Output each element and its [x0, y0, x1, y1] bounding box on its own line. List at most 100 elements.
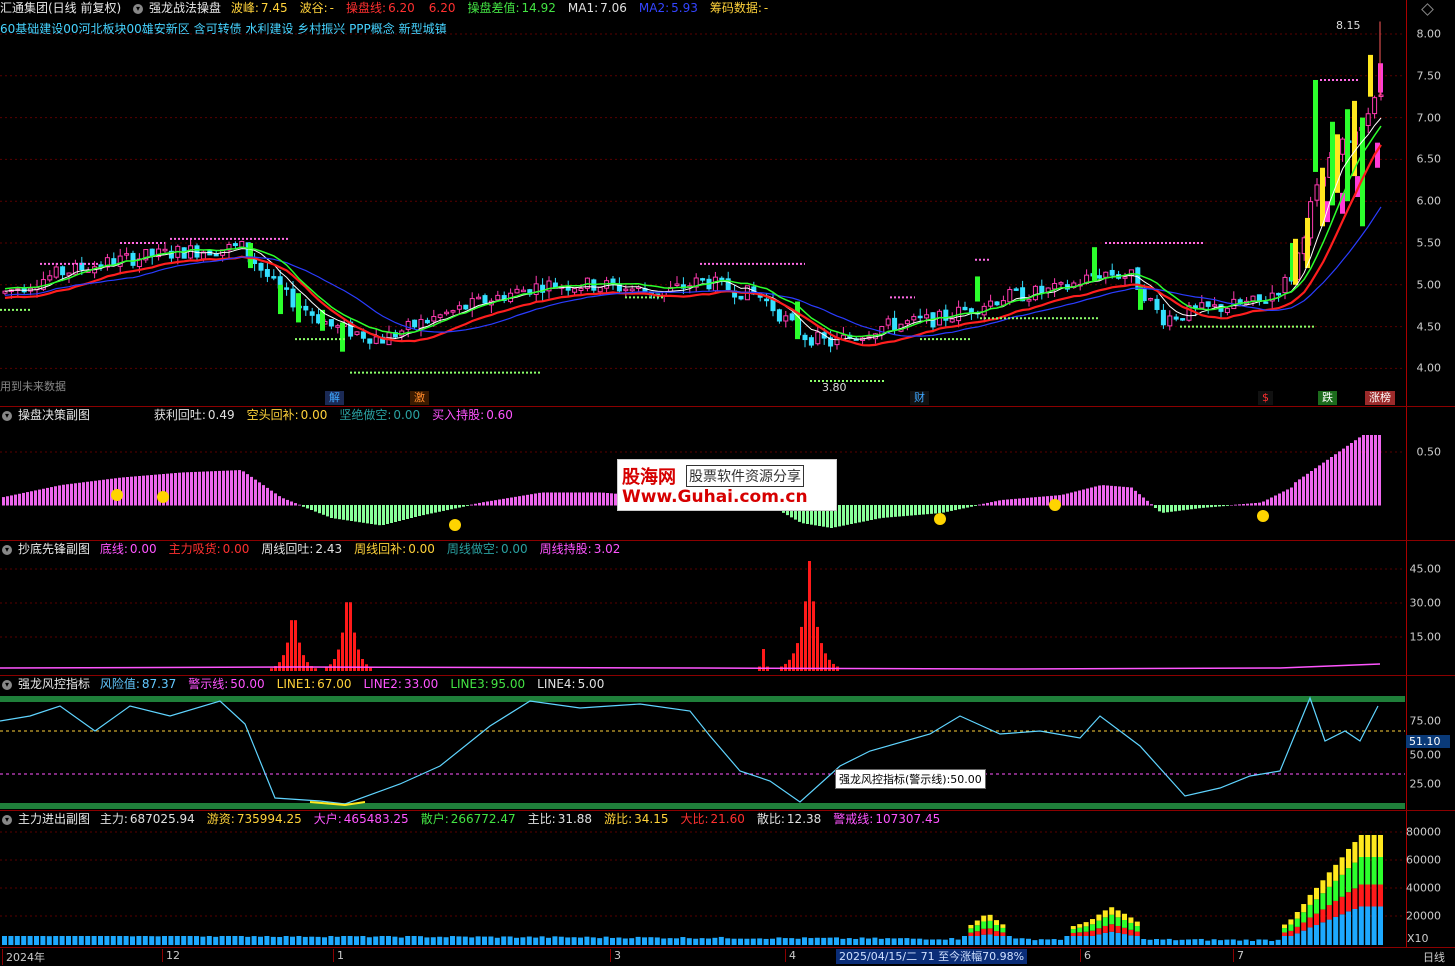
- decision-bar: [458, 505, 461, 508]
- bottom-pioneer-subchart[interactable]: ▾ 抄底先锋副图 底线: 0.00 主力吸货: 0.00 周线回吐: 2.43 周线回补: 0.…: [0, 541, 1455, 675]
- flow-bar: [1230, 939, 1236, 945]
- axis-tick: 5.00: [1416, 278, 1442, 292]
- decision-subchart[interactable]: ▾ 操盘决策副图 获利回吐: 0.49 空头回补: 0.00 坚绝做空: 0.00 买入持股:…: [0, 407, 1455, 540]
- flow-bar: [219, 936, 225, 945]
- diamond-icon[interactable]: [1421, 3, 1434, 16]
- flow-bar: [712, 937, 718, 945]
- smiley-icon: [111, 489, 123, 501]
- flow-bar: [1326, 919, 1332, 945]
- decision-bar: [302, 505, 305, 507]
- candle-body: [1365, 113, 1371, 126]
- decision-bar: [150, 475, 153, 506]
- decision-bar: [1266, 499, 1269, 506]
- time-axis[interactable]: 2024年12134567 2025/04/15/二 71 至今涨幅70.98%…: [0, 947, 1455, 966]
- decision-bar: [1198, 505, 1201, 509]
- flow-bar: [789, 938, 795, 945]
- flow-bar: [1147, 939, 1153, 945]
- decision-bar: [1038, 496, 1041, 506]
- decision-bar: [1126, 487, 1129, 506]
- flow-bar: [1070, 926, 1076, 930]
- event-flag[interactable]: 跌: [1318, 391, 1337, 405]
- time-tick: 3: [610, 949, 621, 962]
- decision-bar: [1102, 485, 1105, 506]
- decision-bar: [410, 505, 413, 518]
- candle-body: [271, 276, 277, 279]
- flow-bar: [1275, 939, 1281, 945]
- flow-bar: [1346, 848, 1351, 869]
- flow-bar: [1077, 924, 1083, 928]
- flow-bar: [1314, 925, 1319, 945]
- accumulation-bar: [349, 602, 352, 671]
- period-label[interactable]: 日线: [1423, 949, 1445, 965]
- flow-bar: [130, 936, 135, 945]
- flow-bar: [533, 937, 539, 945]
- candle-body: [476, 296, 482, 300]
- candle-body: [309, 311, 315, 316]
- candle-body: [1173, 316, 1179, 320]
- flow-bar: [1109, 914, 1115, 925]
- flow-bar: [981, 934, 987, 945]
- candle-body: [924, 314, 930, 319]
- decision-bar: [950, 505, 953, 511]
- event-flag[interactable]: 涨榜: [1365, 391, 1395, 405]
- flow-bar: [942, 939, 948, 945]
- risk-control-subchart[interactable]: ▾ 强龙风控指标 风险值: 87.37 警示线: 50.00 LINE1: 67.00 LIN…: [0, 676, 1455, 810]
- decision-bar: [854, 505, 857, 524]
- decision-bar: [490, 500, 493, 506]
- decision-bar: [1034, 497, 1037, 506]
- decision-bar: [970, 505, 973, 507]
- flow-bar: [571, 937, 577, 945]
- candle-body: [943, 309, 949, 321]
- accumulation-bar: [282, 655, 285, 671]
- axis-tick: 15.00: [1409, 630, 1442, 644]
- flow-bar: [1333, 900, 1339, 917]
- decision-bar: [62, 484, 65, 506]
- flow-bar: [315, 936, 321, 945]
- decision-bar: [266, 487, 269, 506]
- flow-bar: [1262, 939, 1268, 945]
- pioneer-bars: [0, 561, 1405, 671]
- flow-bar: [213, 936, 219, 945]
- decision-bar: [1026, 497, 1029, 506]
- decision-bar: [1106, 485, 1109, 506]
- candle-body: [1096, 275, 1102, 279]
- event-flag[interactable]: 财: [910, 391, 929, 405]
- flow-bar: [418, 936, 423, 945]
- smiley-icon: [1049, 499, 1061, 511]
- flow-bar: [98, 936, 103, 945]
- decision-bar: [218, 470, 221, 506]
- main-chart-panel[interactable]: 汇通集团(日线 前复权) ▾ 强龙战法操盘 波峰: 7.45 波谷: - 操盘线: 6.20…: [0, 0, 1455, 406]
- flow-bar: [885, 938, 891, 945]
- flow-bar: [1186, 939, 1191, 945]
- decision-bar: [474, 503, 477, 506]
- flow-bar: [2, 936, 7, 945]
- flow-bar: [1070, 936, 1076, 945]
- decision-bar: [470, 504, 473, 506]
- flow-bar: [974, 925, 980, 932]
- candle-body: [572, 288, 578, 293]
- decision-bar: [1142, 497, 1145, 506]
- flow-bar: [21, 936, 27, 945]
- decision-bar: [338, 505, 341, 520]
- flow-bar: [1058, 939, 1063, 945]
- decision-bar: [1194, 505, 1197, 509]
- candle-body: [1256, 294, 1262, 301]
- decision-bar: [346, 505, 349, 521]
- event-flag[interactable]: $: [1258, 391, 1273, 405]
- flow-bar: [1333, 916, 1339, 945]
- candle-body: [674, 283, 680, 286]
- flow-bar: [1090, 935, 1095, 945]
- flow-bar: [661, 938, 667, 945]
- capital-flow-subchart[interactable]: ▾ 主力进出副图 主力: 687025.94 游资: 735994.25 大户: 46548…: [0, 811, 1455, 947]
- flow-bar: [1077, 936, 1083, 945]
- flow-bar: [1294, 933, 1300, 945]
- event-flag[interactable]: 解: [325, 391, 344, 405]
- flow-bar: [462, 936, 468, 945]
- flow-bar: [814, 937, 820, 945]
- flow-bar: [520, 937, 526, 945]
- candle-body: [712, 276, 718, 292]
- event-flag[interactable]: 激: [410, 391, 429, 405]
- accumulation-bar: [314, 668, 317, 671]
- decision-bar: [234, 470, 237, 506]
- candle-body: [962, 306, 968, 311]
